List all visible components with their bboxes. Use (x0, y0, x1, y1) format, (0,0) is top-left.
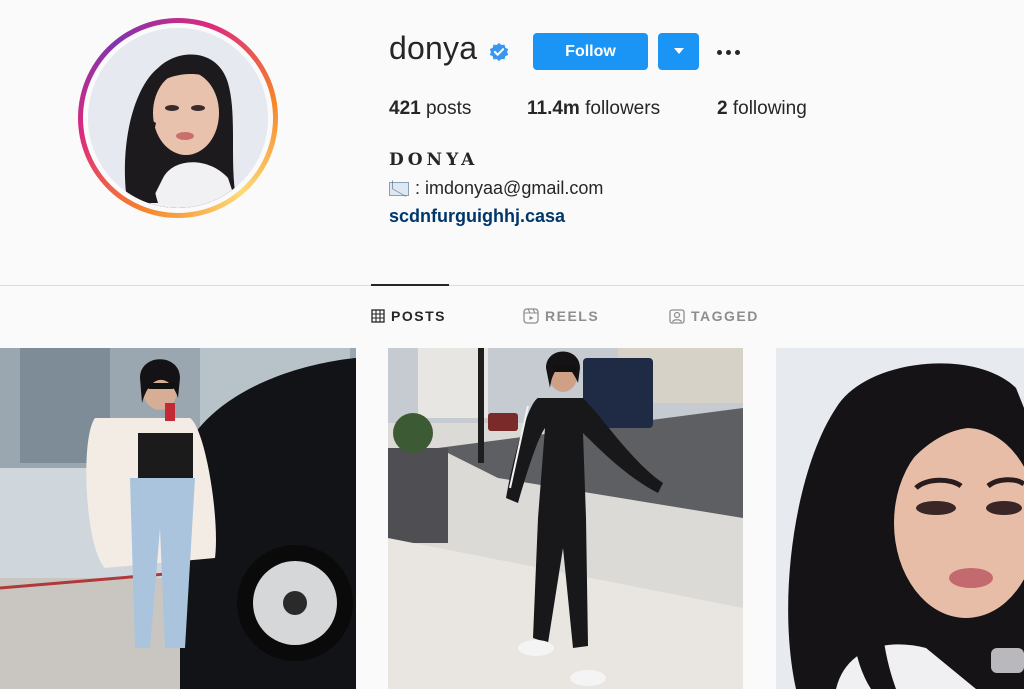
tab-posts[interactable]: POSTS (371, 308, 446, 324)
tab-reels[interactable]: REELS (523, 308, 599, 324)
profile-website-link[interactable]: scdnfurguighhj.casa (389, 206, 565, 227)
profile-stats: 421 posts 11.4m followers 2 following (389, 98, 807, 120)
followers-label: followers (579, 98, 661, 119)
following-count: 2 (717, 98, 728, 119)
bio-email-text: : imdonyaa@gmail.com (415, 178, 604, 198)
stat-posts: 421 posts (389, 98, 527, 120)
post-image-walking (388, 348, 743, 689)
profile-avatar-ring[interactable] (78, 18, 278, 218)
envelope-icon (389, 181, 409, 196)
profile-full-name: DONYA (389, 150, 479, 170)
tab-reels-label: REELS (545, 308, 600, 324)
verified-badge-icon (489, 43, 509, 61)
post-image-street-car (0, 348, 356, 689)
post-image-portrait (776, 348, 1024, 689)
avatar-photo (88, 28, 268, 208)
bio-email-line: : imdonyaa@gmail.com (389, 178, 603, 199)
follow-button[interactable]: Follow (533, 33, 648, 70)
tab-posts-label: POSTS (391, 308, 446, 324)
more-dot (725, 49, 731, 55)
grid-icon (371, 309, 385, 323)
more-dot (734, 49, 740, 55)
more-options-button[interactable] (712, 38, 744, 66)
tagged-icon (669, 309, 685, 324)
posts-count: 421 (389, 98, 421, 119)
avatar (88, 28, 268, 208)
post-thumbnail[interactable] (388, 348, 743, 689)
tab-tagged-label: TAGGED (691, 308, 759, 324)
posts-label: posts (420, 98, 472, 119)
tab-tagged[interactable]: TAGGED (669, 308, 759, 324)
avatar-gap (83, 23, 273, 213)
post-thumbnail[interactable] (776, 348, 1024, 689)
tabs-divider (0, 285, 1024, 286)
more-dot (716, 49, 722, 55)
post-thumbnail[interactable] (0, 348, 356, 689)
following-label: following (727, 98, 807, 119)
suggested-dropdown-button[interactable] (658, 33, 699, 70)
active-tab-indicator (371, 284, 449, 286)
reels-icon (523, 308, 539, 324)
stat-followers[interactable]: 11.4m followers (527, 98, 717, 120)
profile-username: donya (389, 30, 478, 66)
stat-following[interactable]: 2 following (717, 98, 807, 120)
followers-count: 11.4m (527, 98, 580, 119)
profile-tabs: POSTS REELS TAGGED (0, 308, 1024, 328)
caret-down-icon (673, 48, 684, 54)
